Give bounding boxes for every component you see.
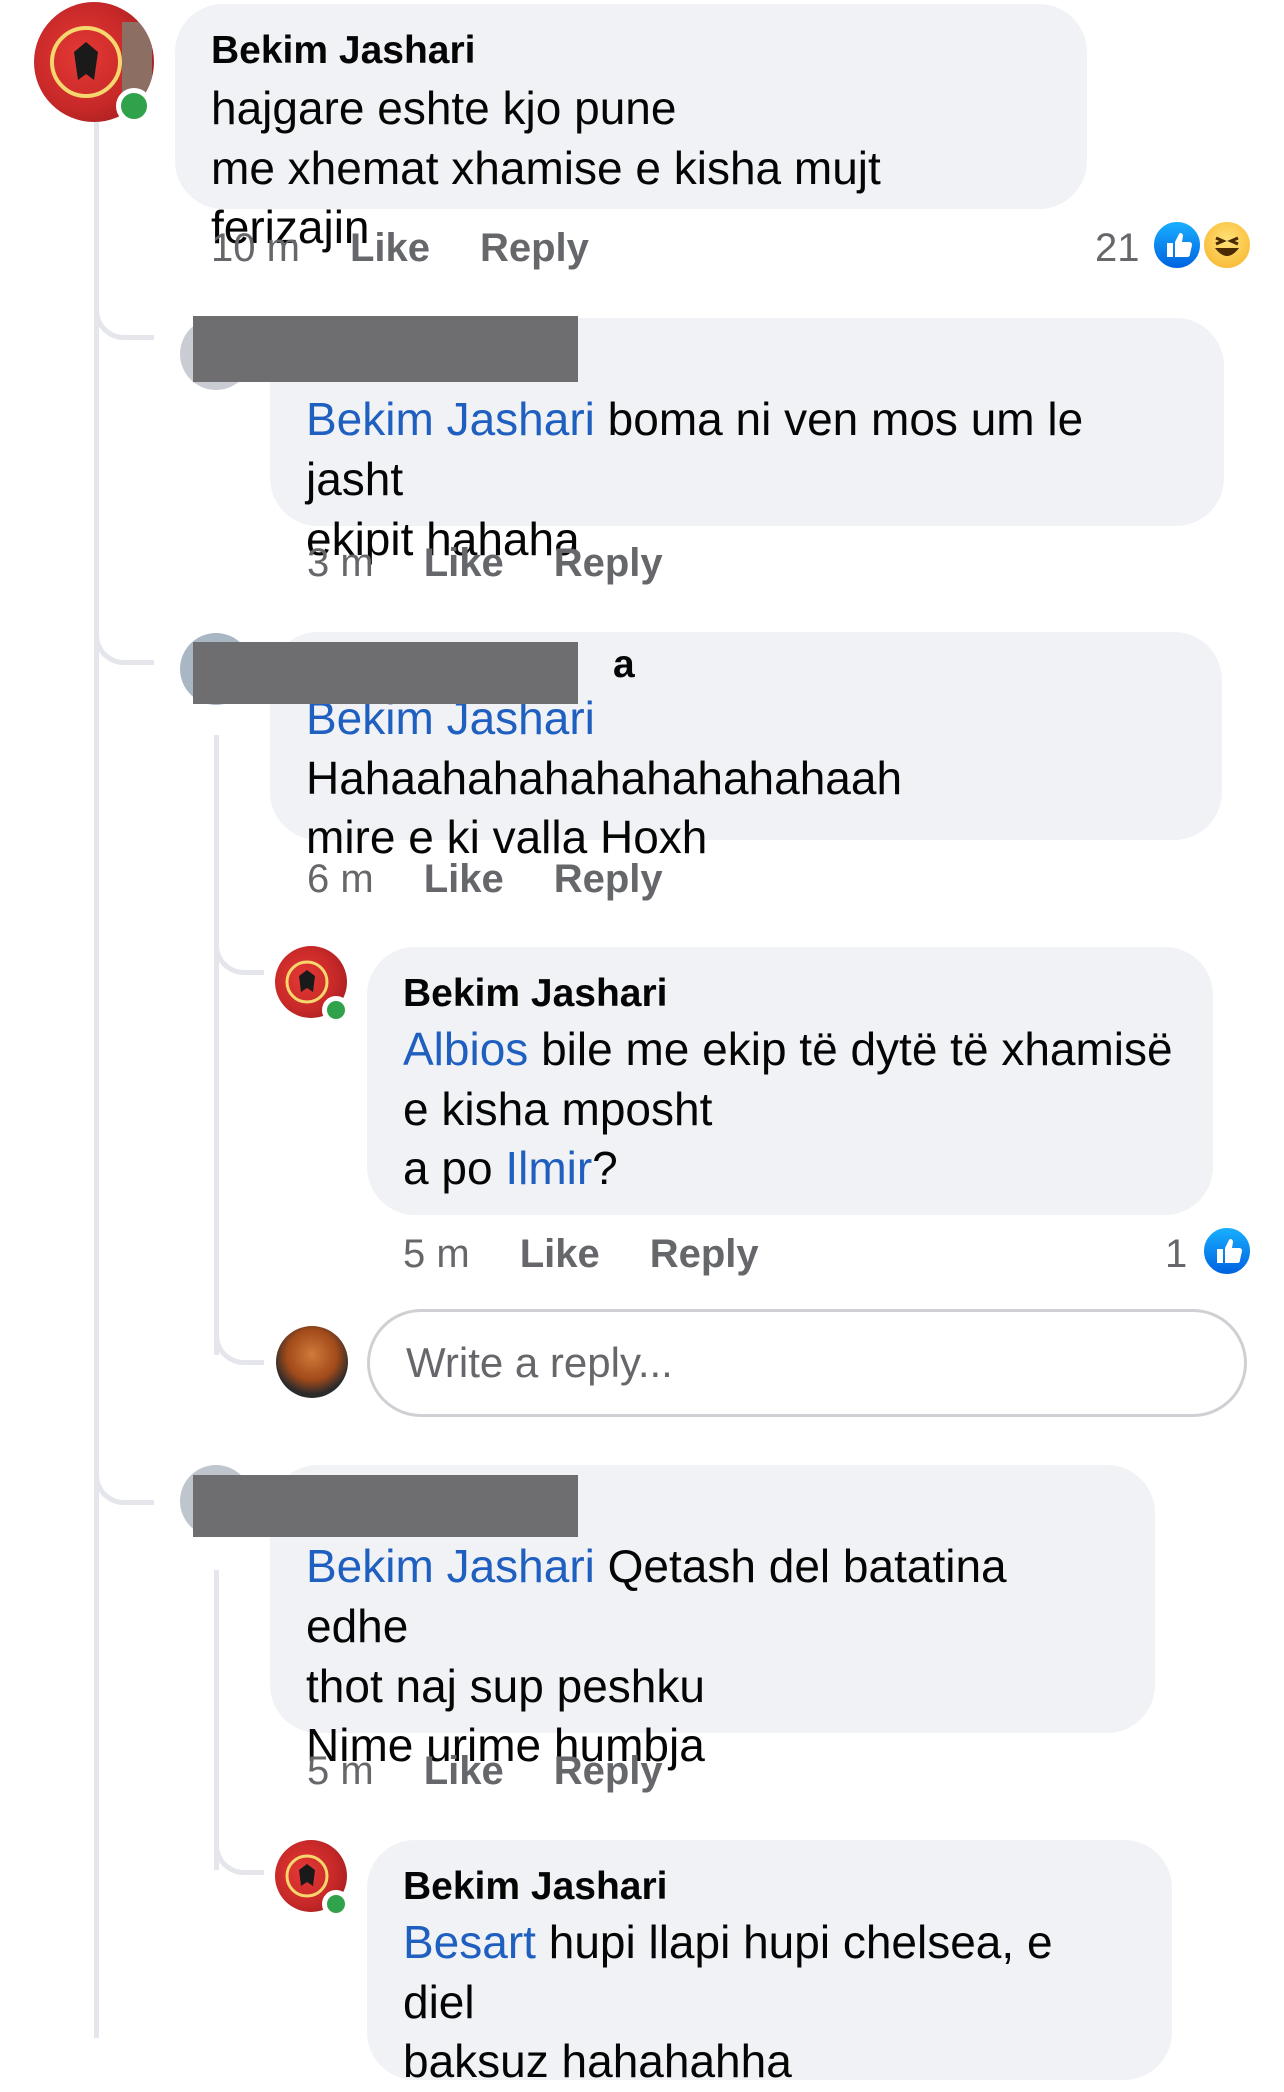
comment-line: e kisha mposht bbox=[403, 1082, 713, 1135]
comment-author[interactable]: Bekim Jashari bbox=[403, 971, 1177, 1018]
thread-branch-5 bbox=[94, 1465, 154, 1505]
redacted-author-name bbox=[193, 316, 578, 382]
comment-timestamp[interactable]: 6 m bbox=[307, 857, 374, 901]
thread-branch-4 bbox=[214, 1320, 264, 1365]
comment-author[interactable]: Bekim Jashari bbox=[403, 1864, 1136, 1911]
comment-line: hajgare eshte kjo pune bbox=[211, 81, 677, 134]
comment-line: baksuz hahahahha bbox=[403, 2035, 792, 2088]
thread-branch-3 bbox=[214, 930, 264, 975]
thread-branch-6 bbox=[214, 1830, 264, 1875]
comment-actions-5: 5 m Like Reply bbox=[307, 1749, 713, 1794]
comment-actions-1: 10 m Like Reply bbox=[211, 226, 639, 271]
comment-bubble-6: Bekim Jashari Besart hupi llapi hupi che… bbox=[367, 1840, 1172, 2087]
thread-line-sub-1 bbox=[214, 735, 219, 1355]
mention-link[interactable]: Ilmir bbox=[505, 1142, 592, 1194]
online-indicator bbox=[322, 996, 350, 1024]
comment-timestamp[interactable]: 10 m bbox=[211, 226, 300, 270]
comment-author[interactable]: Bekim Jashari bbox=[211, 28, 1051, 75]
mention-link[interactable]: Besart bbox=[403, 1916, 536, 1968]
comment-line: Albios bile me ekip të dytë të xhamisë bbox=[403, 1022, 1173, 1075]
reaction-count[interactable]: 21 bbox=[1095, 226, 1140, 271]
redacted-author-name bbox=[193, 642, 578, 704]
comment-actions-3: 6 m Like Reply bbox=[307, 857, 713, 902]
redacted-author-name bbox=[193, 1475, 578, 1537]
comment-line: Bekim Jashari Qetash del batatina edhe bbox=[306, 1540, 1007, 1652]
like-icon[interactable] bbox=[1150, 218, 1204, 272]
comment-actions-2: 3 m Like Reply bbox=[307, 541, 713, 586]
reply-button[interactable]: Reply bbox=[554, 541, 663, 585]
like-icon[interactable] bbox=[1200, 1224, 1254, 1278]
reaction-count[interactable]: 1 bbox=[1165, 1232, 1187, 1277]
online-indicator bbox=[116, 88, 152, 124]
mention-link[interactable]: Bekim Jashari bbox=[306, 393, 595, 445]
like-button[interactable]: Like bbox=[424, 857, 504, 901]
comment-timestamp[interactable]: 5 m bbox=[307, 1749, 374, 1793]
avatar-current-user[interactable] bbox=[276, 1326, 348, 1398]
reply-input[interactable]: Write a reply... bbox=[367, 1309, 1247, 1417]
online-indicator bbox=[322, 1890, 350, 1918]
mention-link[interactable]: Albios bbox=[403, 1023, 528, 1075]
comment-timestamp[interactable]: 5 m bbox=[403, 1232, 470, 1276]
haha-icon[interactable] bbox=[1200, 218, 1254, 272]
thread-line-sub-2 bbox=[214, 1570, 219, 1870]
comment-line: Besart hupi llapi hupi chelsea, e diel bbox=[403, 1915, 1053, 2028]
thread-branch-2 bbox=[94, 625, 154, 665]
comment-line: a po Ilmir? bbox=[403, 1142, 618, 1195]
reply-button[interactable]: Reply bbox=[554, 857, 663, 901]
comment-actions-4: 5 m Like Reply bbox=[403, 1232, 809, 1277]
reply-button[interactable]: Reply bbox=[650, 1232, 759, 1276]
like-button[interactable]: Like bbox=[424, 541, 504, 585]
thread-branch-1 bbox=[94, 300, 154, 340]
comment-line: Bekim Jashari Hahaahahahahahahahahaah bbox=[306, 691, 903, 804]
comment-timestamp[interactable]: 3 m bbox=[307, 541, 374, 585]
comment-bubble-4: Bekim Jashari Albios bile me ekip të dyt… bbox=[367, 947, 1213, 1215]
reply-button[interactable]: Reply bbox=[554, 1749, 663, 1793]
reply-placeholder: Write a reply... bbox=[406, 1339, 673, 1386]
comment-bubble-1: Bekim Jashari hajgare eshte kjo pune me … bbox=[175, 4, 1087, 253]
thread-line-main bbox=[94, 122, 99, 2038]
reply-button[interactable]: Reply bbox=[480, 226, 589, 270]
comment-line: Bekim Jashari boma ni ven mos um le jash… bbox=[306, 393, 1084, 505]
like-button[interactable]: Like bbox=[350, 226, 430, 270]
like-button[interactable]: Like bbox=[520, 1232, 600, 1276]
like-button[interactable]: Like bbox=[424, 1749, 504, 1793]
comment-line: thot naj sup peshku bbox=[306, 1659, 705, 1712]
mention-link[interactable]: Bekim Jashari bbox=[306, 1540, 595, 1592]
